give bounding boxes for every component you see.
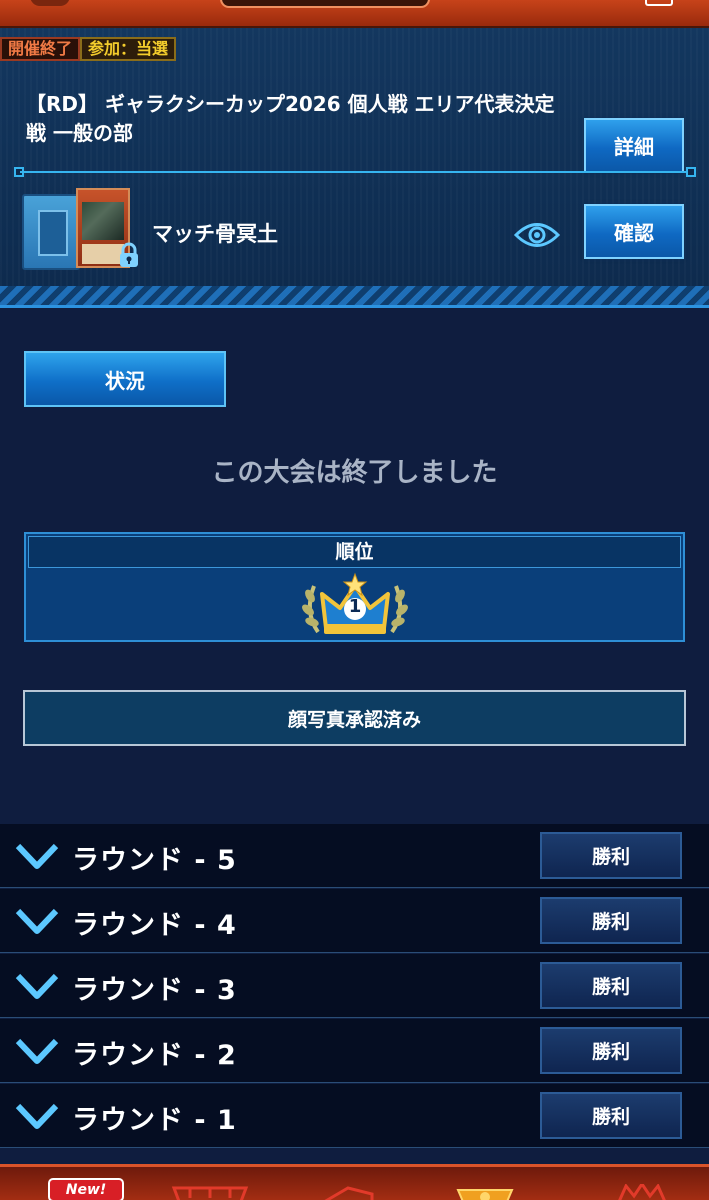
entry-badge: 参加：当選 (80, 37, 177, 61)
tab-status[interactable]: 状況 (24, 351, 226, 407)
rank-header: 順位 (28, 536, 681, 568)
nav-shop-icon[interactable] (170, 1184, 250, 1200)
confirm-button[interactable]: 確認 (584, 204, 684, 259)
round-row-5[interactable]: ラウンド - 5 勝利 (0, 824, 709, 888)
chevron-down-icon[interactable] (14, 970, 60, 1002)
face-photo-status: 顔写真承認済み (23, 690, 686, 746)
rank-box: 順位 1 (24, 532, 685, 642)
lock-icon (120, 242, 138, 267)
round-list: ラウンド - 5 勝利 ラウンド - 4 勝利 ラウンド - 3 勝利 ラウンド… (0, 824, 709, 1149)
deck-box-icon (22, 194, 80, 270)
detail-button[interactable]: 詳細 (584, 118, 684, 173)
round-label: ラウンド - 2 (72, 1040, 237, 1071)
round-label: ラウンド - 3 (72, 975, 237, 1006)
round-label: ラウンド - 1 (72, 1105, 237, 1136)
rank-value: 1 (348, 596, 362, 617)
top-bar (0, 0, 709, 28)
round-row-1[interactable]: ラウンド - 1 勝利 (0, 1084, 709, 1148)
round-label: ラウンド - 5 (72, 845, 237, 876)
deck-name: マッチ骨冥土 (152, 222, 278, 246)
round-result-button[interactable]: 勝利 (540, 1027, 682, 1074)
nav-deck-icon[interactable] (318, 1184, 378, 1200)
header-title-pill (220, 0, 430, 8)
chevron-down-icon[interactable] (14, 905, 60, 937)
tournament-panel: 開催終了 参加：当選 【RD】 ギャラクシーカップ2026 個人戦 エリア代表決… (0, 28, 709, 300)
menu-icon[interactable] (645, 0, 673, 6)
status-badge: 開催終了 (0, 37, 81, 61)
back-button[interactable] (30, 0, 70, 6)
tournament-ended-message: この大会は終了しました (211, 458, 498, 488)
tournament-title: 【RD】 ギャラクシーカップ2026 個人戦 エリア代表決定戦 一般の部 (26, 92, 555, 145)
round-result-button[interactable]: 勝利 (540, 962, 682, 1009)
new-badge: New! (48, 1178, 124, 1200)
round-row-2[interactable]: ラウンド - 2 勝利 (0, 1019, 709, 1083)
eye-icon[interactable] (514, 218, 560, 252)
round-row-4[interactable]: ラウンド - 4 勝利 (0, 889, 709, 953)
badge-row: 開催終了 参加：当選 (0, 37, 177, 61)
chevron-down-icon[interactable] (14, 1035, 60, 1067)
round-label: ラウンド - 4 (72, 910, 237, 941)
chevron-down-icon[interactable] (14, 840, 60, 872)
round-result-button[interactable]: 勝利 (540, 1092, 682, 1139)
round-result-button[interactable]: 勝利 (540, 897, 682, 944)
round-result-button[interactable]: 勝利 (540, 832, 682, 879)
chevron-down-icon[interactable] (14, 1100, 60, 1132)
divider (14, 167, 696, 177)
nav-social-icon[interactable] (612, 1184, 672, 1200)
panel-bottom-trim (0, 286, 709, 308)
nav-trophy-icon[interactable] (450, 1184, 520, 1200)
round-row-3[interactable]: ラウンド - 3 勝利 (0, 954, 709, 1018)
